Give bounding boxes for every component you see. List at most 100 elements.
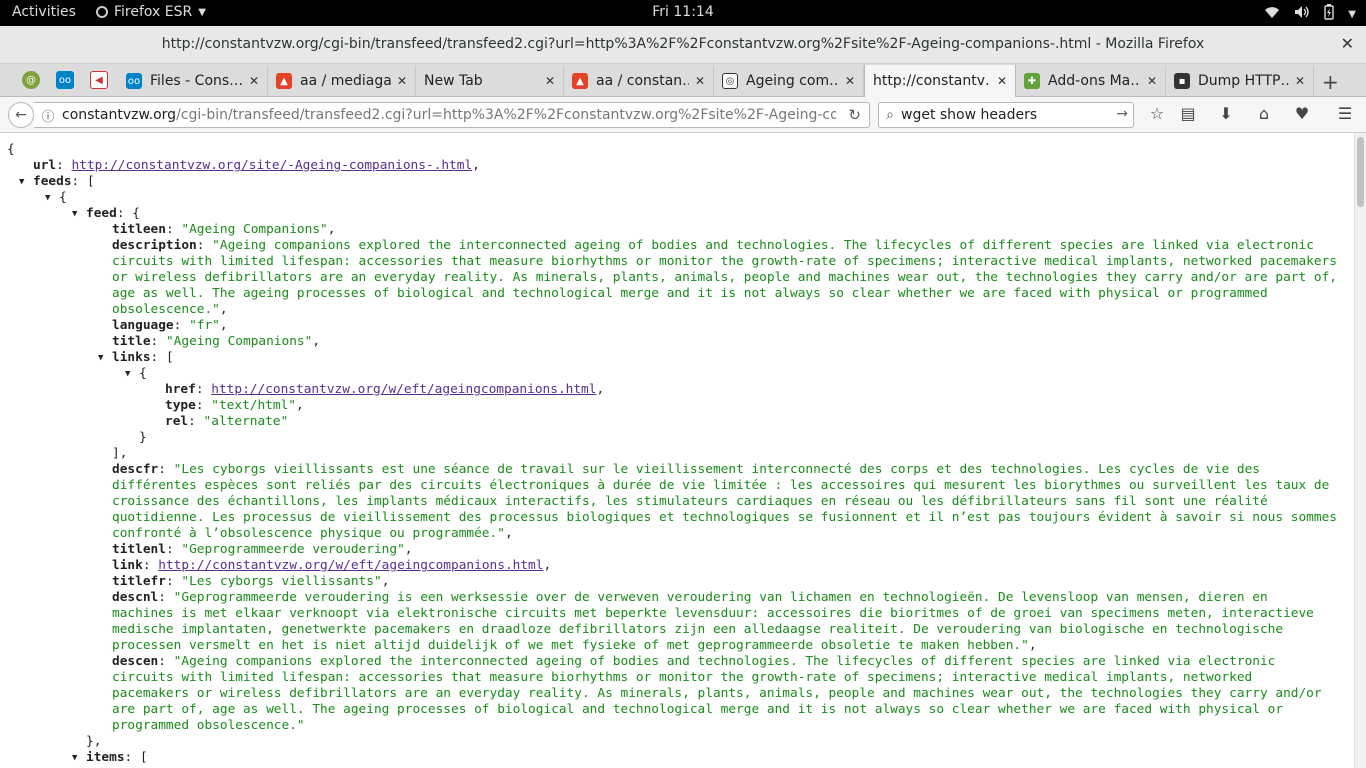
json-string: "Geprogrammeerde veroudering" (181, 542, 405, 557)
url-path: /cgi-bin/transfeed/transfeed2.cgi?url=ht… (176, 107, 837, 123)
window-close-icon[interactable]: ✕ (1341, 34, 1354, 53)
json-brace: { (7, 142, 15, 157)
json-string: "Ageing Companions" (181, 222, 328, 237)
json-key: feeds (33, 174, 72, 189)
pinned-tab-mastodon[interactable]: @ (22, 71, 40, 89)
json-row-url: url: http://constantvzw.org/site/-Ageing… (33, 158, 480, 173)
tab-gitlab-mediagallery[interactable]: ▲ aa / mediaga… ✕ (268, 66, 416, 96)
search-icon: ⌕ (886, 107, 894, 123)
tab-files[interactable]: oo Files - Cons… ✕ (118, 66, 268, 96)
json-key: title (112, 334, 151, 349)
json-key: descfr (112, 462, 159, 477)
tab-close-icon[interactable]: ✕ (845, 74, 855, 88)
reading-list-icon[interactable]: ▤ (1176, 104, 1200, 123)
collapse-triangle-icon[interactable]: ▼ (98, 350, 103, 366)
json-string: "fr" (189, 318, 220, 333)
json-row-description: description: "Ageing companions explored… (112, 238, 1345, 317)
json-brace: }, (86, 734, 102, 749)
json-string: "Les cyborgs viellissants" (181, 574, 382, 589)
tab-close-icon[interactable]: ✕ (545, 74, 555, 88)
json-link-url[interactable]: http://constantvzw.org/site/-Ageing-comp… (72, 158, 473, 173)
json-key: descen (112, 654, 159, 669)
url-bar[interactable]: ⓘ constantvzw.org/cgi-bin/transfeed/tran… (34, 102, 870, 128)
activities-button[interactable]: Activities (12, 4, 76, 20)
collapse-triangle-icon[interactable]: ▼ (45, 190, 50, 206)
json-string: "Geprogrammeerde veroudering is een werk… (112, 590, 1322, 653)
json-row-feeds[interactable]: ▼ feeds: [ (0, 174, 1354, 190)
gnome-top-bar: Activities Firefox ESR ▼ Fri 11:14 ▼ (0, 0, 1366, 26)
tab-close-icon[interactable]: ✕ (249, 74, 259, 88)
json-viewer: { url: http://constantvzw.org/site/-Agei… (0, 133, 1354, 768)
tab-active-transfeed[interactable]: http://constantv… ✕ (864, 65, 1016, 97)
tab-gitlab-constant[interactable]: ▲ aa / constan… ✕ (564, 66, 714, 96)
json-string: "Ageing companions explored the intercon… (112, 238, 1345, 317)
collapse-triangle-icon[interactable]: ▼ (72, 750, 77, 766)
bookmark-star-icon[interactable]: ☆ (1145, 104, 1169, 123)
tab-close-icon[interactable]: ✕ (1295, 74, 1305, 88)
tab-addons-manager[interactable]: ✚ Add-ons Ma… ✕ (1016, 66, 1166, 96)
back-arrow-icon[interactable]: ← (8, 102, 34, 128)
constant-icon: ◎ (722, 73, 738, 89)
json-row-items[interactable]: ▼ items: [ (0, 750, 1354, 766)
tab-close-icon[interactable]: ✕ (1147, 74, 1157, 88)
pocket-icon[interactable]: ♥ (1290, 104, 1314, 123)
pinned-tab-media[interactable]: ◀ (90, 71, 108, 89)
nextcloud-icon: oo (126, 73, 142, 89)
tab-label: http://constantv… (873, 73, 991, 89)
nextcloud-icon: oo (58, 74, 72, 86)
json-key: description (112, 238, 197, 253)
clock[interactable]: Fri 11:14 (652, 4, 713, 20)
battery-icon (1324, 4, 1334, 24)
json-row-feed[interactable]: ▼ feed: { (0, 206, 1354, 222)
search-go-arrow-icon[interactable]: → (1116, 106, 1128, 122)
tab-label: New Tab (424, 73, 483, 89)
scrollbar-thumb[interactable] (1357, 137, 1364, 207)
json-link-href[interactable]: http://constantvzw.org/w/eft/ageingcompa… (211, 382, 596, 397)
json-row-link: link: http://constantvzw.org/w/eft/agein… (112, 558, 552, 573)
url-host: constantvzw.org (62, 107, 177, 123)
site-info-icon[interactable]: ⓘ (34, 106, 62, 125)
json-row-links[interactable]: ▼ links: [ (0, 350, 1354, 366)
collapse-triangle-icon[interactable]: ▼ (19, 174, 24, 190)
json-key: url (33, 158, 57, 173)
tab-dump-http[interactable]: ▪ Dump HTTP… ✕ (1166, 66, 1314, 96)
json-row-object[interactable]: ▼{ (0, 190, 1354, 206)
json-key: href (165, 382, 196, 397)
wifi-icon (1264, 5, 1280, 23)
collapse-triangle-icon[interactable]: ▼ (72, 206, 77, 222)
json-key: rel (165, 414, 189, 429)
reload-icon[interactable]: ↻ (848, 106, 861, 124)
json-link-link[interactable]: http://constantvzw.org/w/eft/ageingcompa… (158, 558, 543, 573)
tab-close-icon[interactable]: ✕ (695, 74, 705, 88)
json-key: titleen (112, 222, 166, 237)
pinned-tab-nextcloud[interactable]: oo (56, 71, 74, 89)
tab-strip: @ oo ◀ oo Files - Cons… ✕ ▲ aa / mediaga… (0, 64, 1366, 97)
json-key: feed (86, 206, 117, 221)
search-bar[interactable]: ⌕ → (878, 102, 1134, 128)
system-tray[interactable]: ▼ (1264, 4, 1356, 24)
tab-new-tab[interactable]: New Tab ✕ (416, 66, 564, 96)
json-string: "Ageing Companions" (165, 334, 313, 349)
vertical-scrollbar[interactable] (1354, 133, 1366, 768)
json-key: link (112, 558, 143, 573)
json-key: language (112, 318, 174, 333)
tab-close-icon[interactable]: ✕ (997, 74, 1007, 88)
json-row-language: language: "fr", (112, 318, 228, 333)
tab-label: Add-ons Ma… (1048, 73, 1141, 89)
tab-label: aa / constan… (596, 73, 689, 89)
json-row-descen: descen: "Ageing companions explored the … (112, 654, 1330, 733)
json-row-title: title: "Ageing Companions", (112, 334, 321, 349)
json-row-titlenl: titlenl: "Geprogrammeerde veroudering", (112, 542, 413, 557)
download-arrow-icon[interactable]: ⬇ (1214, 104, 1238, 123)
json-row-object[interactable]: ▼{ (0, 366, 1354, 382)
app-menu[interactable]: Firefox ESR ▼ (96, 4, 206, 20)
tab-ageing-companions[interactable]: ◎ Ageing com… ✕ (714, 66, 864, 96)
search-input[interactable] (901, 107, 1101, 123)
json-key: descnl (112, 590, 159, 605)
hamburger-menu-icon[interactable]: ☰ (1333, 104, 1357, 123)
new-tab-plus-icon[interactable]: + (1322, 70, 1339, 94)
home-icon[interactable]: ⌂ (1252, 104, 1276, 123)
gitlab-icon: ▲ (572, 73, 588, 89)
collapse-triangle-icon[interactable]: ▼ (125, 366, 130, 382)
tab-close-icon[interactable]: ✕ (397, 74, 407, 88)
